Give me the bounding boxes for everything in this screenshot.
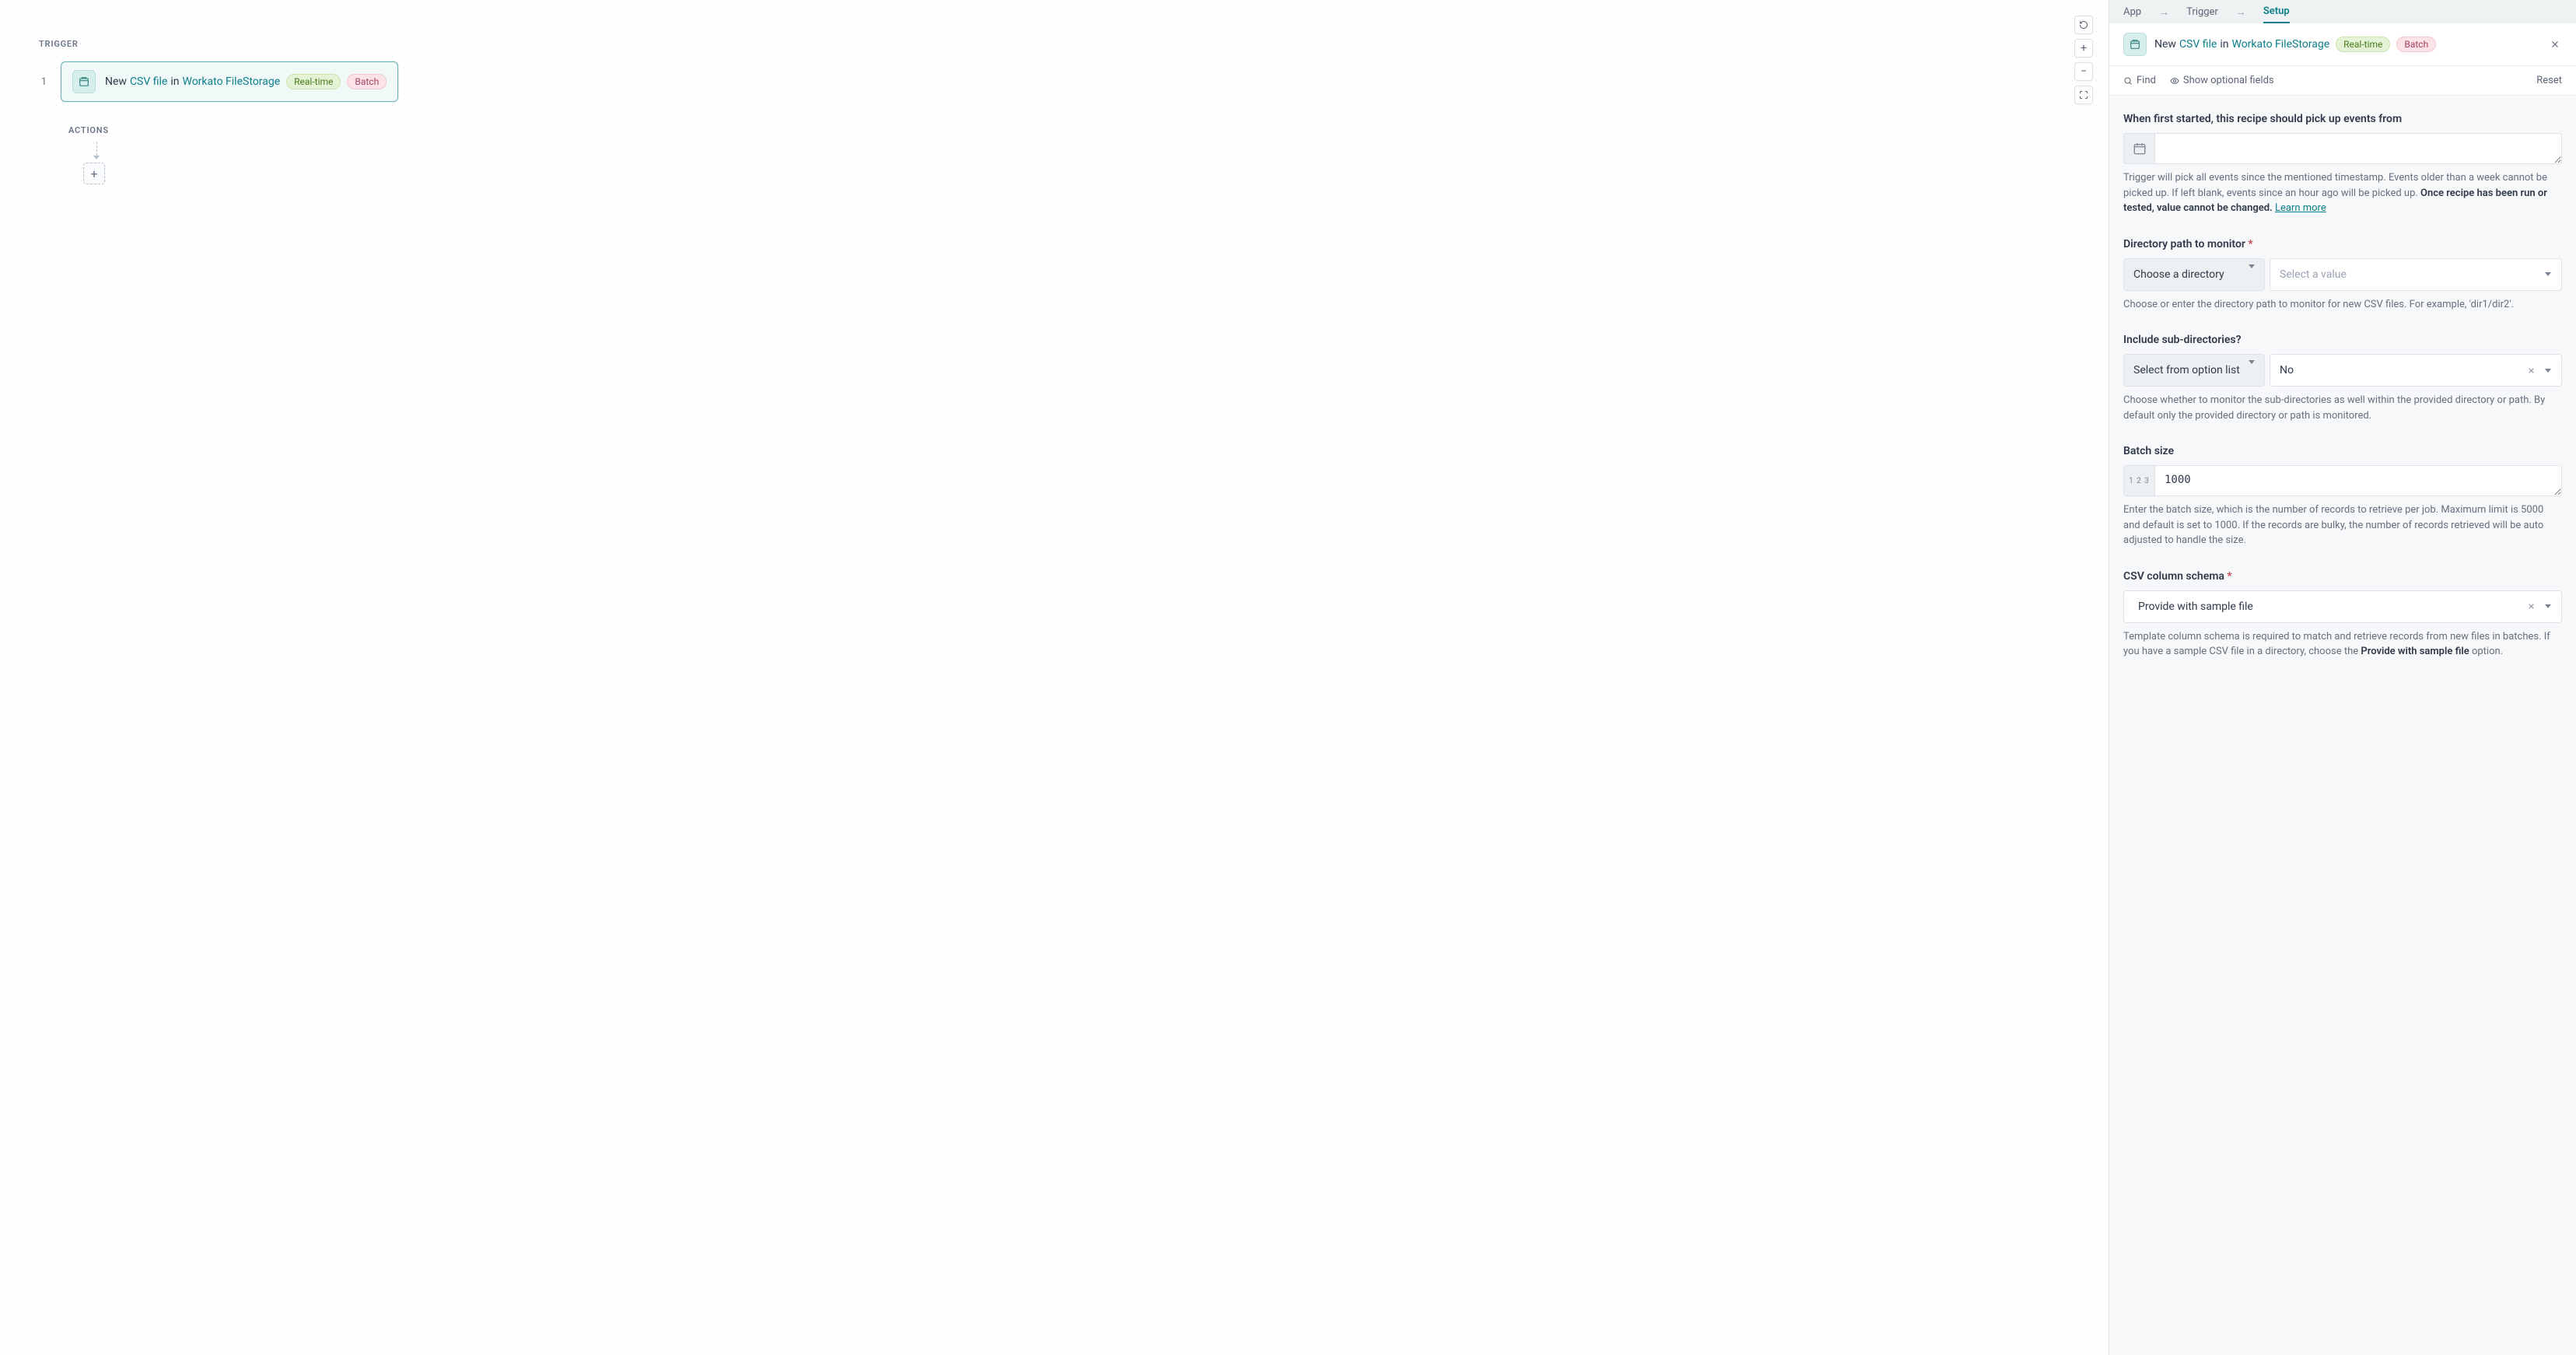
arrow-icon: → bbox=[2158, 5, 2169, 19]
filestorage-icon bbox=[72, 70, 96, 93]
choose-directory-button[interactable]: Choose a directory bbox=[2123, 258, 2265, 291]
calendar-icon bbox=[2123, 133, 2154, 164]
header-text-in: in bbox=[2220, 38, 2228, 51]
fit-view-button[interactable] bbox=[2074, 86, 2093, 104]
step-text-new: New bbox=[105, 75, 127, 88]
tab-app[interactable]: App bbox=[2123, 0, 2141, 23]
find-label: Find bbox=[2137, 75, 2156, 86]
since-label: When first started, this recipe should p… bbox=[2123, 113, 2562, 125]
config-panel: App → Trigger → Setup New CSV file in Wo… bbox=[2109, 0, 2576, 1355]
filestorage-icon bbox=[2123, 33, 2147, 56]
chevron-down-icon bbox=[2539, 598, 2557, 615]
schema-select[interactable]: Provide with sample file bbox=[2123, 590, 2562, 623]
learn-more-link[interactable]: Learn more bbox=[2275, 202, 2326, 214]
arrow-icon: → bbox=[2235, 5, 2246, 19]
actions-section-label: ACTIONS bbox=[68, 125, 109, 135]
subdir-help: Choose whether to monitor the sub-direct… bbox=[2123, 393, 2562, 423]
clear-button[interactable] bbox=[2522, 598, 2539, 615]
step-link-csv[interactable]: CSV file bbox=[130, 75, 167, 88]
panel-tabs: App → Trigger → Setup bbox=[2109, 0, 2576, 23]
panel-header: New CSV file in Workato FileStorage Real… bbox=[2109, 23, 2576, 66]
connector-arrow-icon bbox=[93, 156, 100, 159]
undo-button[interactable] bbox=[2074, 16, 2093, 34]
schema-label: CSV column schema * bbox=[2123, 570, 2562, 583]
schema-help: Template column schema is required to ma… bbox=[2123, 629, 2562, 660]
zoom-out-button[interactable]: − bbox=[2074, 62, 2093, 81]
trigger-section-label: TRIGGER bbox=[39, 39, 398, 49]
show-optional-button[interactable]: Show optional fields bbox=[2170, 75, 2274, 86]
subdir-mode-button[interactable]: Select from option list bbox=[2123, 354, 2265, 387]
trigger-step[interactable]: New CSV file in Workato FileStorage Real… bbox=[61, 61, 398, 102]
step-number: 1 bbox=[39, 76, 47, 88]
header-text-new: New bbox=[2154, 38, 2176, 51]
since-help: Trigger will pick all events since the m… bbox=[2123, 170, 2562, 216]
directory-value-select[interactable]: Select a value bbox=[2270, 258, 2562, 291]
tab-trigger[interactable]: Trigger bbox=[2186, 0, 2218, 23]
recipe-canvas[interactable]: + − TRIGGER 1 New CSV file in Worka bbox=[0, 0, 2109, 1355]
clear-button[interactable] bbox=[2522, 362, 2539, 379]
realtime-pill: Real-time bbox=[2336, 37, 2390, 52]
batch-label: Batch size bbox=[2123, 445, 2562, 457]
reset-button[interactable]: Reset bbox=[2536, 75, 2562, 86]
subdir-value-select[interactable]: No bbox=[2270, 354, 2562, 387]
subdir-label: Include sub-directories? bbox=[2123, 334, 2562, 346]
step-text-in: in bbox=[170, 75, 179, 88]
number-icon: 1 2 3 bbox=[2123, 465, 2154, 496]
chevron-down-icon bbox=[2539, 266, 2557, 283]
add-step-button[interactable]: + bbox=[83, 163, 105, 184]
batch-pill: Batch bbox=[2396, 37, 2436, 52]
dir-label: Directory path to monitor * bbox=[2123, 238, 2562, 250]
batch-pill: Batch bbox=[347, 74, 387, 89]
show-optional-label: Show optional fields bbox=[2183, 75, 2274, 86]
batch-help: Enter the batch size, which is the numbe… bbox=[2123, 502, 2562, 548]
connector-line bbox=[96, 142, 97, 156]
since-input[interactable] bbox=[2154, 133, 2562, 164]
realtime-pill: Real-time bbox=[286, 74, 341, 89]
close-panel-button[interactable] bbox=[2548, 37, 2562, 51]
tab-setup[interactable]: Setup bbox=[2263, 0, 2290, 23]
header-link-csv[interactable]: CSV file bbox=[2179, 38, 2217, 51]
dir-help: Choose or enter the directory path to mo… bbox=[2123, 297, 2562, 313]
zoom-in-button[interactable]: + bbox=[2074, 39, 2093, 58]
find-button[interactable]: Find bbox=[2123, 75, 2156, 86]
chevron-down-icon bbox=[2539, 362, 2557, 379]
batch-size-input[interactable] bbox=[2154, 465, 2562, 496]
panel-toolbar: Find Show optional fields Reset bbox=[2109, 66, 2576, 96]
step-link-app[interactable]: Workato FileStorage bbox=[182, 75, 280, 88]
header-link-app[interactable]: Workato FileStorage bbox=[2231, 38, 2329, 51]
